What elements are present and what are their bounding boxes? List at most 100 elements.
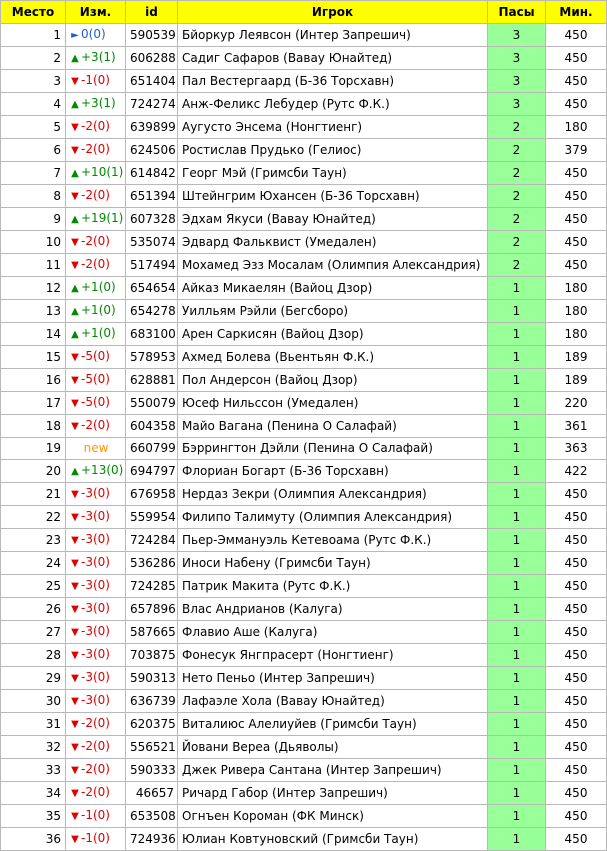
change-cell: ▲ +13(0) <box>65 459 126 483</box>
place-cell: 34 <box>0 781 66 805</box>
player-id-cell: 607328 <box>125 207 178 231</box>
table-row[interactable]: 2 ▲ +3(1) 606288 Садиг Сафаров (Вавау Юнайте… <box>0 46 607 70</box>
passes-cell: 1 <box>487 827 546 851</box>
table-row[interactable]: 36 ▼ -1(0) 724936 Юлиан Ковтуновский (Гримсб… <box>0 827 607 851</box>
triangle-down-icon: ▼ <box>71 604 79 615</box>
passes-cell: 1 <box>487 299 546 323</box>
minutes-cell: 361 <box>545 414 607 438</box>
player-name-cell: Пол Андерсон (Вайоц Дзор) <box>177 368 488 392</box>
table-row[interactable]: 16 ▼ -5(0) 628881 Пол Андерсон (Вайоц Дзор) 1… <box>0 368 607 392</box>
table-row[interactable]: 32 ▼ -2(0) 556521 Йовани Вереа (Дьяволы) 1 450 <box>0 735 607 759</box>
table-row[interactable]: 1 ► 0(0) 590539 Бйоркур Леявсон (Интер Запре… <box>0 23 607 47</box>
table-row[interactable]: 8 ▼ -2(0) 651394 Штейнгрим Юхансен (Б-36 Тор… <box>0 184 607 208</box>
change-cell: ▲ +19(1) <box>65 207 126 231</box>
table-row[interactable]: 6 ▼ -2(0) 624506 Ростислав Прудько (Гелиос) 2… <box>0 138 607 162</box>
table-row[interactable]: 12 ▲ +1(0) 654654 Айказ Микаелян (Вайоц Дзор… <box>0 276 607 300</box>
player-id-cell: 590313 <box>125 666 178 690</box>
place-cell: 29 <box>0 666 66 690</box>
table-row[interactable]: 10 ▼ -2(0) 535074 Эдвард Фальквист (Умедален… <box>0 230 607 254</box>
passes-cell: 1 <box>487 505 546 529</box>
table-row[interactable]: 21 ▼ -3(0) 676958 Нердаз Зекри (Олимпия Алек… <box>0 482 607 506</box>
passes-cell: 1 <box>487 758 546 782</box>
header-place[interactable]: Место <box>0 0 66 24</box>
change-cell: ▼ -2(0) <box>65 138 126 162</box>
passes-cell: 1 <box>487 620 546 644</box>
change-value: -2(0) <box>81 119 110 133</box>
change-value: +1(0) <box>81 303 116 317</box>
table-row[interactable]: 14 ▲ +1(0) 683100 Арен Саркисян (Вайоц Дзор)… <box>0 322 607 346</box>
table-row[interactable]: 23 ▼ -3(0) 724284 Пьер-Эммануэль Кетевоама (… <box>0 528 607 552</box>
table-row[interactable]: 13 ▲ +1(0) 654278 Уилльям Рэйли (Бегсборо) 1 1… <box>0 299 607 323</box>
minutes-cell: 220 <box>545 391 607 415</box>
player-id-cell: 536286 <box>125 551 178 575</box>
change-value: -2(0) <box>81 257 110 271</box>
table-body: 1 ► 0(0) 590539 Бйоркур Леявсон (Интер Запре… <box>0 23 607 851</box>
player-id-cell: 657896 <box>125 597 178 621</box>
table-row[interactable]: 20 ▲ +13(0) 694797 Флориан Богарт (Б-36 Торс… <box>0 459 607 483</box>
change-cell: ▼ -2(0) <box>65 735 126 759</box>
table-row[interactable]: 35 ▼ -1(0) 653508 Огнъен Короман (ФК Минск) 1… <box>0 804 607 828</box>
header-id[interactable]: id <box>125 0 178 24</box>
change-cell: ▲ +1(0) <box>65 299 126 323</box>
change-cell: ▲ +1(0) <box>65 322 126 346</box>
minutes-cell: 180 <box>545 276 607 300</box>
table-row[interactable]: 4 ▲ +3(1) 724274 Анж-Феликс Лебудер (Рутс Ф.… <box>0 92 607 116</box>
change-cell: ▼ -3(0) <box>65 551 126 575</box>
player-id-cell: 620375 <box>125 712 178 736</box>
place-cell: 22 <box>0 505 66 529</box>
header-row: Место Изм. id Игрок Пасы Мин. <box>0 0 607 24</box>
triangle-down-icon: ▼ <box>71 237 79 248</box>
change-value: -3(0) <box>81 532 110 546</box>
table-row[interactable]: 22 ▼ -3(0) 559954 Филипо Талимуту (Олимпия А… <box>0 505 607 529</box>
table-row[interactable]: 7 ▲ +10(1) 614842 Георг Мэй (Гримсби Таун) 2 4… <box>0 161 607 185</box>
change-cell: ► 0(0) <box>65 23 126 47</box>
table-row[interactable]: 34 ▼ -2(0) 46657 Ричард Габор (Интер Запреши… <box>0 781 607 805</box>
player-name-cell: Джек Ривера Сантана (Интер Запрешич) <box>177 758 488 782</box>
change-value: -2(0) <box>81 785 110 799</box>
player-name-cell: Ахмед Болева (Вьентьян Ф.К.) <box>177 345 488 369</box>
change-cell: ▲ +3(1) <box>65 92 126 116</box>
table-row[interactable]: 24 ▼ -3(0) 536286 Иноси Набену (Гримсби Таун… <box>0 551 607 575</box>
player-id-cell: 654654 <box>125 276 178 300</box>
table-row[interactable]: 17 ▼ -5(0) 550079 Юсеф Нильссон (Умедален) 1 2… <box>0 391 607 415</box>
place-cell: 16 <box>0 368 66 392</box>
header-passes[interactable]: Пасы <box>487 0 546 24</box>
table-row[interactable]: 19 new 660799 Бэррингтон Дэйли (Пенина О Са… <box>0 437 607 460</box>
header-change[interactable]: Изм. <box>65 0 126 24</box>
triangle-up-icon: ▲ <box>71 306 79 317</box>
table-row[interactable]: 25 ▼ -3(0) 724285 Патрик Макита (Рутс Ф.К.) 1… <box>0 574 607 598</box>
player-id-cell: 724284 <box>125 528 178 552</box>
change-value: -3(0) <box>81 578 110 592</box>
passes-cell: 2 <box>487 230 546 254</box>
table-row[interactable]: 27 ▼ -3(0) 587665 Флавио Аше (Калуга) 1 450 <box>0 620 607 644</box>
minutes-cell: 180 <box>545 115 607 139</box>
table-row[interactable]: 30 ▼ -3(0) 636739 Лафаэле Хола (Вавау Юнайте… <box>0 689 607 713</box>
player-name-cell: Ричард Габор (Интер Запрешич) <box>177 781 488 805</box>
table-row[interactable]: 11 ▼ -2(0) 517494 Мохамед Эзз Мосалам (Олимп… <box>0 253 607 277</box>
place-cell: 2 <box>0 46 66 70</box>
change-cell: ▼ -1(0) <box>65 827 126 851</box>
place-cell: 35 <box>0 804 66 828</box>
passes-cell: 1 <box>487 735 546 759</box>
place-cell: 33 <box>0 758 66 782</box>
table-row[interactable]: 28 ▼ -3(0) 703875 Фонесук Янгпрасерт (Нонгти… <box>0 643 607 667</box>
header-player[interactable]: Игрок <box>177 0 488 24</box>
table-row[interactable]: 18 ▼ -2(0) 604358 Майо Вагана (Пенина О Сала… <box>0 414 607 438</box>
table-row[interactable]: 33 ▼ -2(0) 590333 Джек Ривера Сантана (Интер… <box>0 758 607 782</box>
table-row[interactable]: 26 ▼ -3(0) 657896 Влас Андрианов (Калуга) 1 45… <box>0 597 607 621</box>
table-row[interactable]: 29 ▼ -3(0) 590313 Нето Пеньо (Интер Запрешич… <box>0 666 607 690</box>
minutes-cell: 450 <box>545 92 607 116</box>
header-minutes[interactable]: Мин. <box>545 0 607 24</box>
table-row[interactable]: 3 ▼ -1(0) 651404 Пал Вестергаард (Б-36 Торсх… <box>0 69 607 93</box>
triangle-down-icon: ▼ <box>71 627 79 638</box>
minutes-cell: 450 <box>545 689 607 713</box>
table-row[interactable]: 15 ▼ -5(0) 578953 Ахмед Болева (Вьентьян Ф.К… <box>0 345 607 369</box>
change-value: -3(0) <box>81 624 110 638</box>
change-cell: ▲ +10(1) <box>65 161 126 185</box>
table-row[interactable]: 9 ▲ +19(1) 607328 Эдхам Якуси (Вавау Юнайтед… <box>0 207 607 231</box>
place-cell: 20 <box>0 459 66 483</box>
table-row[interactable]: 5 ▼ -2(0) 639899 Аугусто Энсема (Нонгтиенг) 2… <box>0 115 607 139</box>
table-row[interactable]: 31 ▼ -2(0) 620375 Виталиюс Алелиуйев (Гримсб… <box>0 712 607 736</box>
minutes-cell: 450 <box>545 666 607 690</box>
change-value: -2(0) <box>81 716 110 730</box>
